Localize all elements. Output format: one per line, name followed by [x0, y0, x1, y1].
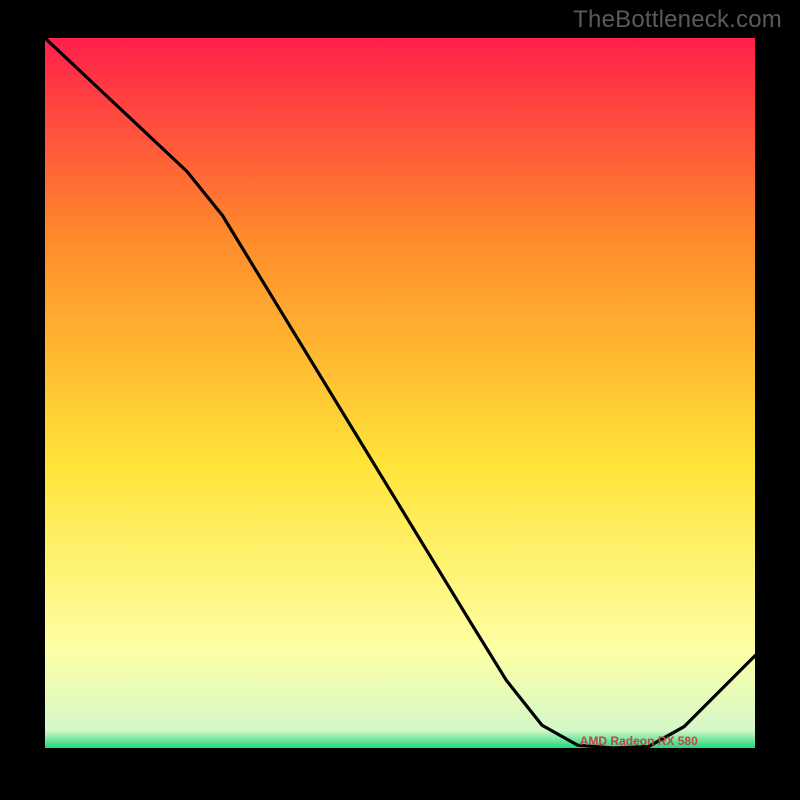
watermark-label: TheBottleneck.com — [573, 6, 782, 34]
gradient-backdrop — [45, 38, 755, 748]
plot-area: AMD Radeon RX 580 — [45, 38, 755, 748]
optimal-gpu-badge: AMD Radeon RX 580 — [580, 734, 698, 748]
chart-svg — [45, 38, 755, 748]
chart-stage: TheBottleneck.com AMD Radeon RX 580 — [0, 0, 800, 800]
